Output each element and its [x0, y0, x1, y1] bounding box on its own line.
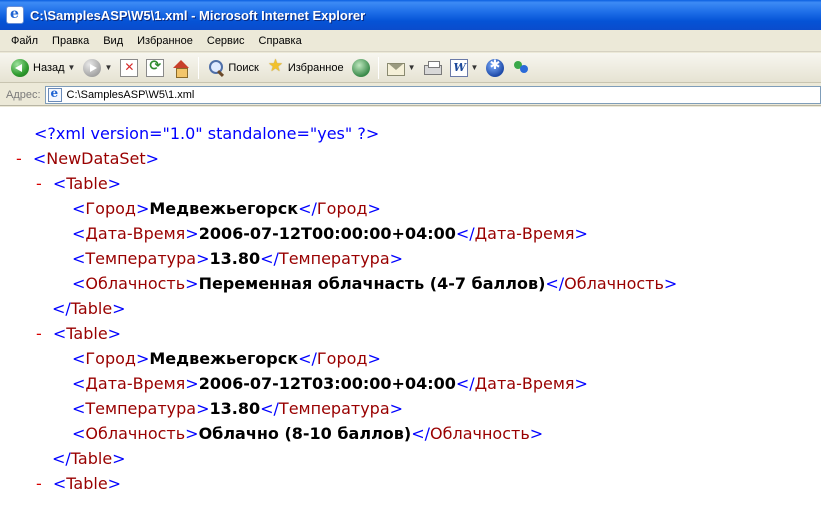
xml-content: <?xml version="1.0" standalone="yes" ?> … [0, 107, 821, 521]
menu-tools[interactable]: Сервис [200, 33, 252, 49]
media-button[interactable] [349, 55, 373, 81]
window-title: C:\SamplesASP\W5\1.xml - Microsoft Inter… [30, 7, 366, 23]
page-icon [47, 86, 62, 102]
ie-document-icon: e [6, 6, 24, 24]
xml-node-table: - <Table> [36, 171, 121, 196]
toolbar-separator [198, 56, 200, 79]
xml-element-temperature: <Температура>13.80</Температура> [72, 249, 404, 268]
mail-icon [386, 62, 405, 76]
menu-bar: Файл Правка Вид Избранное Сервис Справка [0, 30, 821, 52]
collapse-toggle[interactable]: - [36, 171, 42, 196]
xml-element-city: <Город>Медвежьегорск</Город> [72, 349, 381, 368]
forward-arrow-icon [83, 58, 102, 77]
title-bar[interactable]: e C:\SamplesASP\W5\1.xml - Microsoft Int… [0, 0, 821, 30]
refresh-icon [146, 58, 165, 77]
msn-button[interactable] [483, 55, 507, 81]
search-button-label: Поиск [228, 61, 259, 74]
toolbar-separator [377, 56, 379, 79]
search-icon [207, 59, 225, 77]
xml-element-datetime: <Дата-Время>2006-07-12T00:00:00+04:00</Д… [72, 224, 588, 243]
media-icon [351, 58, 370, 77]
city-value: Медвежьегорск [149, 349, 299, 368]
edit-button[interactable]: ▼ [447, 55, 482, 81]
address-bar: Адрес: C:\SamplesASP\W5\1.xml [0, 84, 821, 106]
toolbar: Назад ▼ ▼ Поиск Избранное ▼ ▼ [0, 53, 821, 83]
xml-element-cloudiness: <Облачность>Облачно (8-10 баллов)</Облач… [72, 424, 544, 443]
print-button[interactable] [421, 55, 445, 81]
forward-button[interactable]: ▼ [80, 55, 115, 81]
collapse-toggle[interactable]: - [16, 146, 22, 171]
address-input[interactable]: C:\SamplesASP\W5\1.xml [44, 85, 821, 104]
menu-edit[interactable]: Правка [45, 33, 96, 49]
stop-button[interactable] [117, 55, 141, 81]
forward-dropdown-icon[interactable]: ▼ [104, 63, 112, 72]
printer-icon [423, 61, 442, 75]
xml-close-table: </Table> [52, 449, 126, 468]
xml-close-table: </Table> [52, 299, 126, 318]
address-url: C:\SamplesASP\W5\1.xml [66, 88, 195, 101]
address-label: Адрес: [6, 88, 41, 101]
collapse-toggle[interactable]: - [36, 471, 42, 496]
xml-element-datetime: <Дата-Время>2006-07-12T03:00:00+04:00</Д… [72, 374, 588, 393]
xml-node-newdataset: - <NewDataSet> [16, 146, 159, 171]
xml-element-city: <Город>Медвежьегорск</Город> [72, 199, 381, 218]
xml-element-cloudiness: <Облачность>Переменная облачнасть (4-7 б… [72, 274, 678, 293]
favorites-button-label: Избранное [287, 61, 344, 74]
back-button[interactable]: Назад ▼ [8, 55, 78, 81]
menu-file[interactable]: Файл [4, 33, 45, 49]
temperature-value: 13.80 [209, 399, 261, 418]
xml-node-table: - <Table> [36, 471, 121, 496]
msn-icon [486, 58, 505, 77]
collapse-toggle[interactable]: - [36, 321, 42, 346]
mail-dropdown-icon[interactable]: ▼ [408, 63, 416, 72]
refresh-button[interactable] [143, 55, 167, 81]
menu-view[interactable]: Вид [96, 33, 130, 49]
stop-icon [120, 58, 139, 77]
back-arrow-icon [11, 58, 29, 77]
cloudiness-value: Облачно (8-10 баллов) [198, 424, 412, 443]
home-icon [172, 59, 190, 78]
word-icon [449, 58, 468, 77]
temperature-value: 13.80 [209, 249, 261, 268]
menu-favorites[interactable]: Избранное [130, 33, 200, 49]
back-button-label: Назад [33, 61, 65, 74]
messenger-icon [512, 59, 530, 77]
search-button[interactable]: Поиск [204, 55, 261, 81]
xml-declaration: <?xml version="1.0" standalone="yes" ?> [34, 124, 380, 143]
cloudiness-value: Переменная облачнасть (4-7 баллов) [198, 274, 546, 293]
xml-node-table: - <Table> [36, 321, 121, 346]
menu-help[interactable]: Справка [252, 33, 309, 49]
mail-button[interactable]: ▼ [384, 55, 419, 81]
edit-dropdown-icon[interactable]: ▼ [471, 63, 479, 72]
datetime-value: 2006-07-12T00:00:00+04:00 [198, 224, 456, 243]
datetime-value: 2006-07-12T03:00:00+04:00 [198, 374, 456, 393]
favorites-button[interactable]: Избранное [264, 55, 347, 81]
home-button[interactable] [169, 55, 193, 81]
favorites-star-icon [267, 56, 285, 77]
xml-element-temperature: <Температура>13.80</Температура> [72, 399, 404, 418]
messenger-button[interactable] [509, 55, 533, 81]
city-value: Медвежьегорск [149, 199, 299, 218]
back-dropdown-icon[interactable]: ▼ [68, 63, 76, 72]
